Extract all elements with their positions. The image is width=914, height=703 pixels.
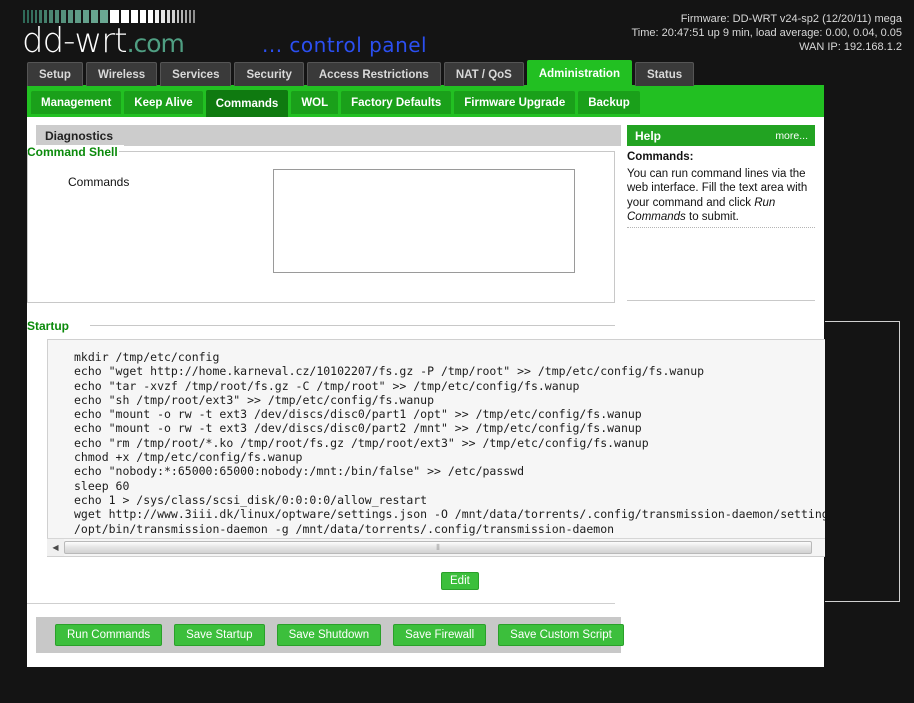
content-panel: Diagnostics Help more... Commands: You c… [27, 117, 855, 667]
page-header: dd-wrt.com ... control panel Firmware: D… [0, 0, 914, 58]
logo-tick [172, 10, 175, 23]
logo-tick [181, 10, 183, 23]
system-info: Firmware: DD-WRT v24-sp2 (12/20/11) mega… [632, 12, 903, 54]
help-paragraph: You can run command lines via the web in… [627, 167, 815, 225]
logo-tick [131, 10, 138, 23]
page-title: Diagnostics [36, 125, 621, 146]
startup-script-text: mkdir /tmp/etc/config echo "wget http://… [74, 350, 855, 536]
help-title: Help [635, 128, 662, 143]
firmware-version: Firmware: DD-WRT v24-sp2 (12/20/11) mega [680, 13, 902, 25]
nav-tab-status[interactable]: Status [634, 62, 695, 86]
help-text-part1: You can run command lines via the web in… [627, 167, 808, 209]
administration-subtabs[interactable]: Management Keep Alive Commands WOL Factory D… [27, 88, 824, 117]
scroll-left-arrow-icon[interactable]: ◀ [47, 539, 64, 556]
help-divider [627, 227, 815, 228]
commands-input[interactable] [273, 169, 575, 273]
startup-horizontal-scrollbar[interactable]: ◀ ⦀ ▶ [47, 538, 855, 556]
nav-tab-services[interactable]: Services [160, 62, 232, 86]
logo-wordmark: dd-wrt.com [22, 24, 195, 61]
subtab-wol[interactable]: WOL [291, 91, 339, 114]
logo-tick [161, 10, 165, 23]
help-divider-secondary [627, 300, 815, 301]
action-button-row: Run Commands Save Startup Save Shutdown Sav… [36, 617, 624, 653]
run-commands-button[interactable]: Run Commands [55, 624, 163, 646]
nav-tab-wireless[interactable]: Wireless [85, 62, 158, 86]
nav-tab-nat-qos[interactable]: NAT / QoS [443, 62, 524, 86]
subtab-management[interactable]: Management [31, 91, 122, 114]
save-firewall-button[interactable]: Save Firewall [393, 624, 487, 646]
logo-tick [167, 10, 170, 23]
save-custom-script-button[interactable]: Save Custom Script [498, 624, 624, 646]
dd-wrt-control-panel: dd-wrt.com ... control panel Firmware: D… [0, 0, 914, 703]
nav-tab-administration[interactable]: Administration [526, 60, 632, 86]
startup-script-box[interactable]: mkdir /tmp/etc/config echo "wget http://… [47, 339, 855, 557]
control-panel-label: ... control panel [262, 33, 428, 57]
startup-legend: Startup [27, 319, 75, 333]
logo-tick [193, 10, 195, 23]
logo-tick [148, 10, 153, 23]
save-shutdown-button[interactable]: Save Shutdown [276, 624, 382, 646]
textarea-overflow-artifact [825, 321, 900, 602]
commands-field-label: Commands [68, 175, 130, 189]
scrollbar-grip-icon: ⦀ [436, 542, 440, 552]
subtab-commands[interactable]: Commands [205, 90, 289, 117]
logo-tick [155, 10, 159, 23]
subtab-keep-alive[interactable]: Keep Alive [124, 91, 203, 114]
help-content: Commands: You can run command lines via … [627, 150, 815, 225]
help-section-title: Commands: [627, 151, 694, 163]
logo-tick [189, 10, 191, 23]
subtab-firmware-upgrade[interactable]: Firmware Upgrade [454, 91, 576, 114]
brand-logo: dd-wrt.com [22, 9, 195, 61]
bottom-divider [27, 603, 615, 604]
edit-button[interactable]: Edit [441, 572, 479, 590]
nav-tab-security[interactable]: Security [234, 62, 304, 86]
uptime-load: Time: 20:47:51 up 9 min, load average: 0… [631, 27, 903, 39]
subtab-backup[interactable]: Backup [578, 91, 640, 114]
logo-tick [177, 10, 179, 23]
logo-suffix-text: .com [126, 29, 185, 58]
nav-tab-setup[interactable]: Setup [27, 62, 83, 86]
help-header: Help more... [627, 125, 815, 146]
help-more-link[interactable]: more... [775, 130, 808, 142]
scrollbar-thumb[interactable]: ⦀ [64, 541, 812, 554]
logo-main-text: dd-wrt [22, 21, 128, 61]
nav-tab-access-restrictions[interactable]: Access Restrictions [306, 62, 441, 86]
help-text-part2: to submit. [685, 211, 739, 223]
startup-rule [90, 325, 615, 326]
logo-tick [140, 10, 146, 23]
subtab-factory-defaults[interactable]: Factory Defaults [341, 91, 452, 114]
save-startup-button[interactable]: Save Startup [174, 624, 265, 646]
scrollbar-track[interactable]: ⦀ [64, 539, 838, 556]
logo-tick [185, 10, 187, 23]
main-navigation-tabs[interactable]: Setup Wireless Services Security Access Rest… [27, 60, 697, 86]
wan-ip: WAN IP: 192.168.1.2 [799, 41, 902, 53]
